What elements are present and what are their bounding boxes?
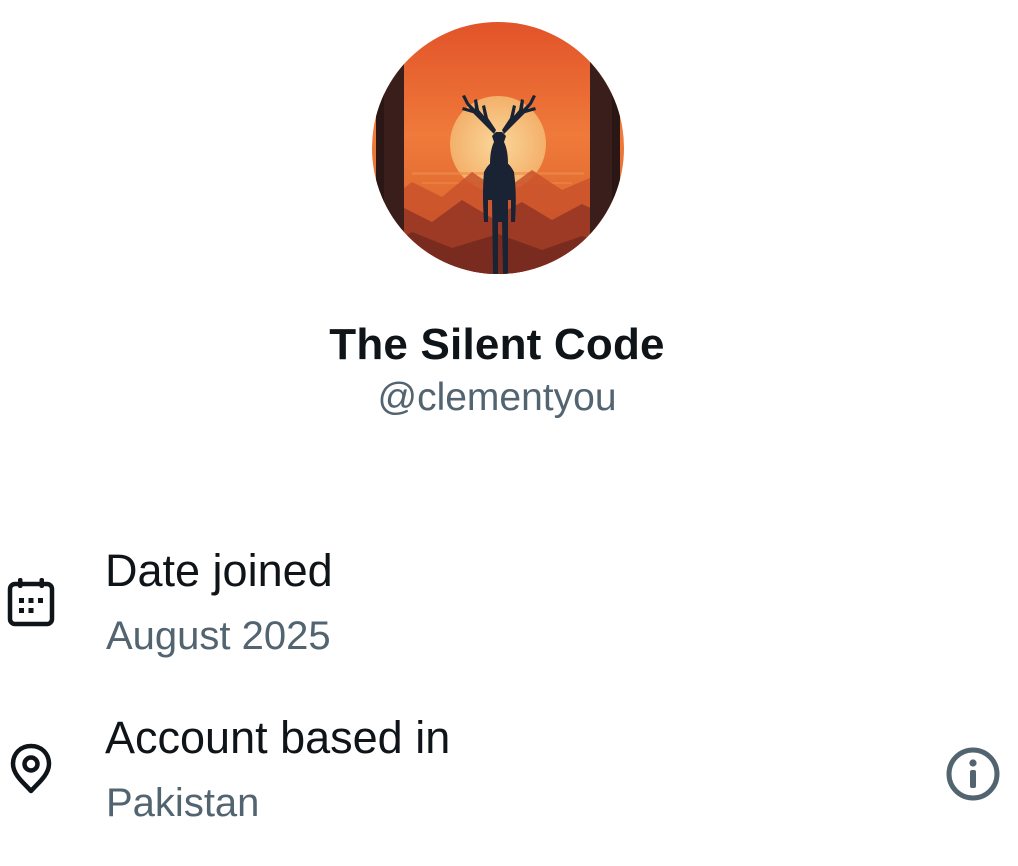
account-based-in-label: Account based in bbox=[105, 712, 451, 763]
display-name: The Silent Code bbox=[329, 320, 665, 369]
date-joined-label: Date joined bbox=[105, 545, 333, 596]
date-joined-value: August 2025 bbox=[106, 614, 331, 658]
location-pin-icon bbox=[5, 742, 57, 794]
avatar[interactable] bbox=[372, 22, 624, 274]
username-handle: @clementyou bbox=[377, 376, 617, 419]
account-based-in-value: Pakistan bbox=[106, 781, 260, 825]
deer-sunset-avatar-image bbox=[372, 22, 624, 274]
info-icon[interactable] bbox=[944, 745, 1002, 803]
calendar-icon bbox=[5, 576, 57, 628]
